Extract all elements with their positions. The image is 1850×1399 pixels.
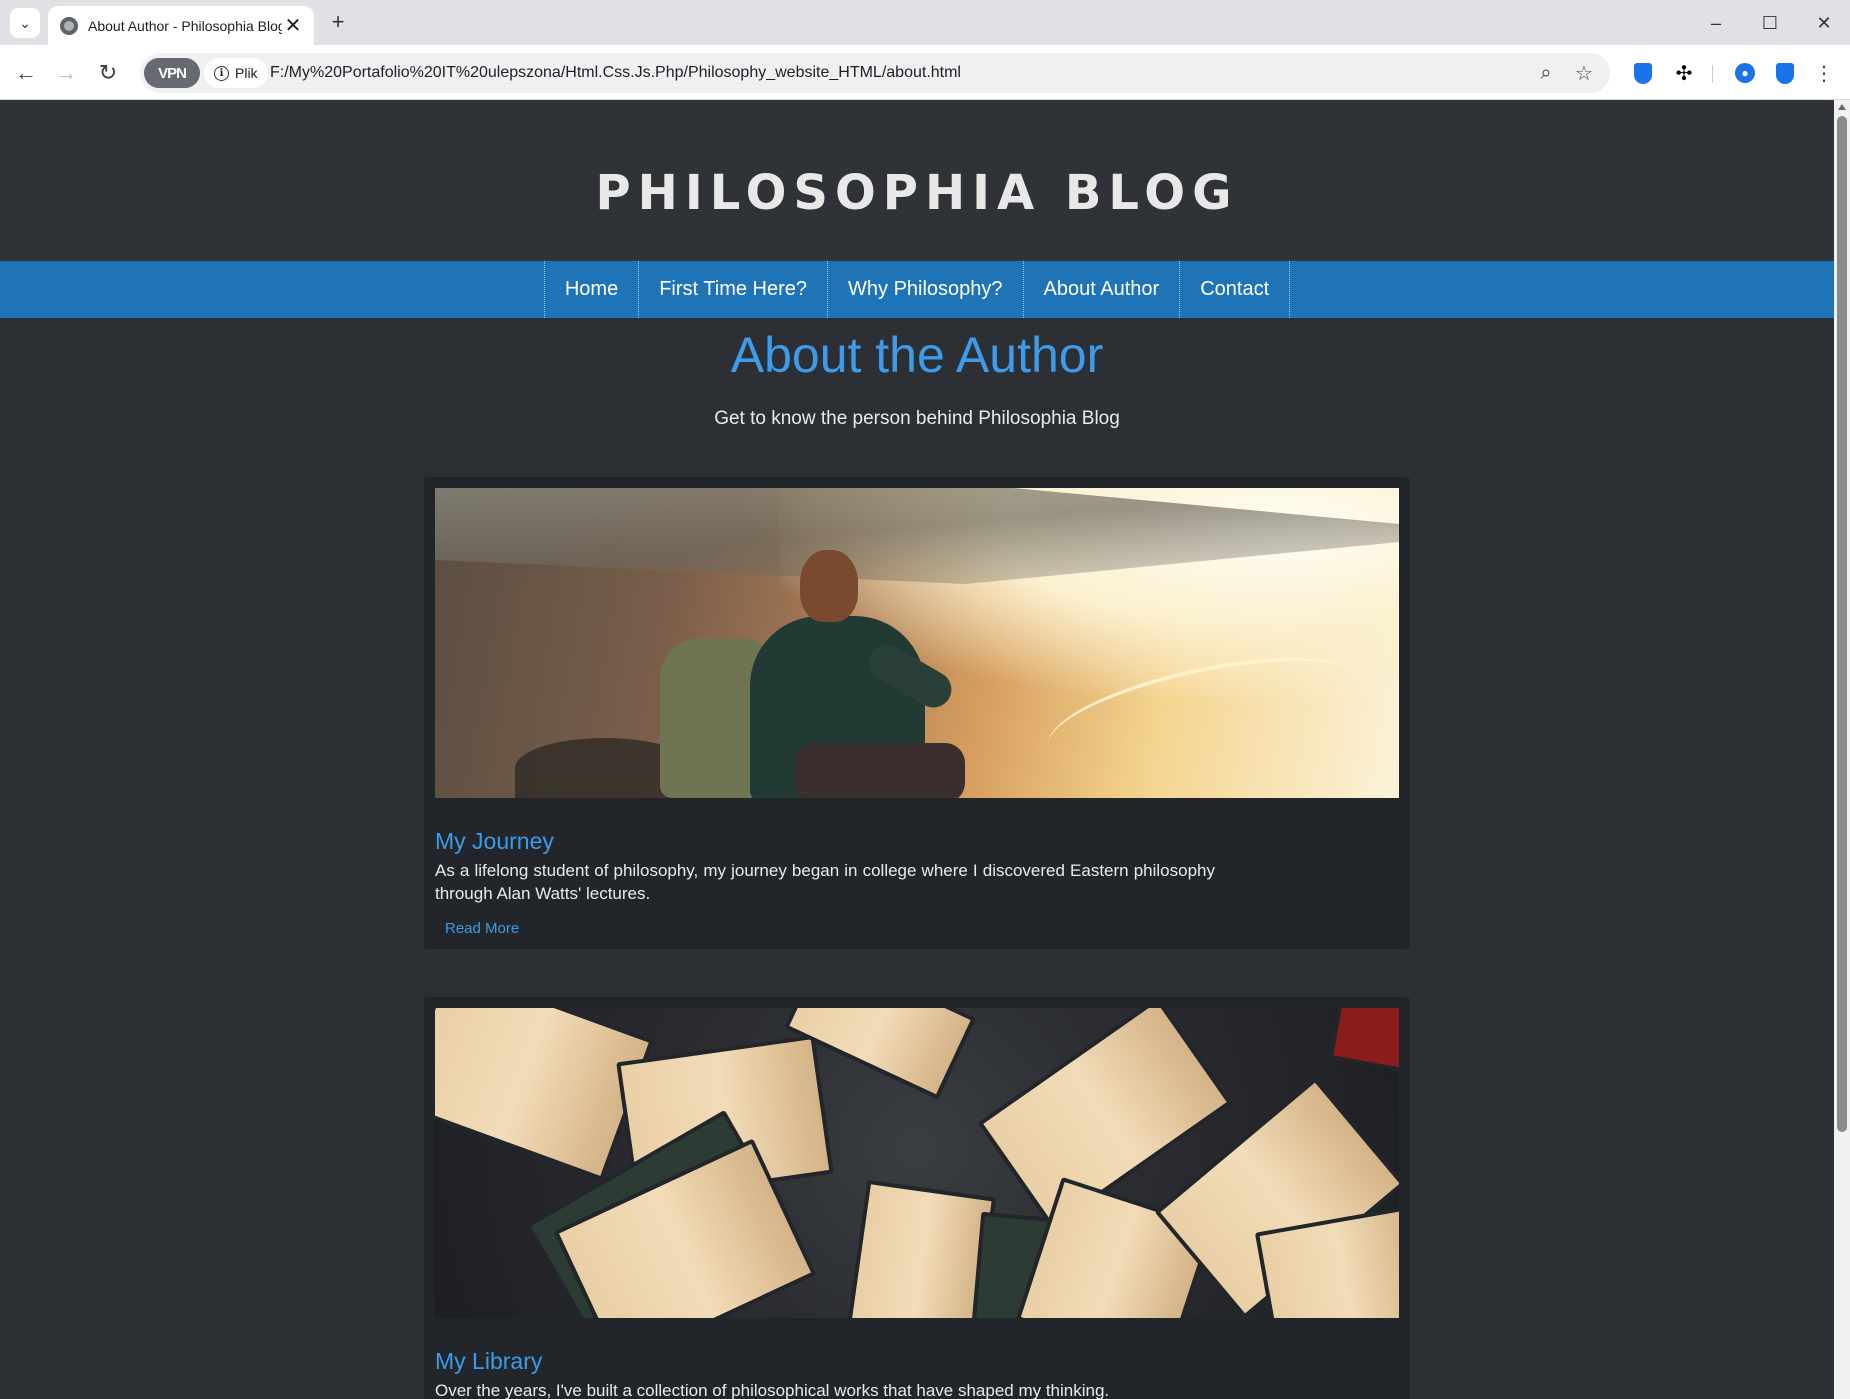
page-title: About the Author [730,327,1104,383]
nav-item-why-philosophy[interactable]: Why Philosophy? [827,261,1023,318]
nav-item-home[interactable]: Home [543,261,638,318]
scroll-up-icon[interactable] [1838,104,1846,110]
site-title: PHILOSOPHIA BLOG [595,165,1239,221]
main-nav: Home First Time Here? Why Philosophy? Ab… [0,261,1834,318]
url-text[interactable]: F:/My%20Portafolio%20IT%20ulepszona/Html… [270,64,961,82]
nav-item-about-author[interactable]: About Author [1022,261,1180,318]
address-bar[interactable]: VPN i Plik F:/My%20Portafolio%20IT%20ule… [140,53,1610,93]
library-image [435,1008,1399,1318]
reload-icon[interactable]: ↻ [92,57,124,89]
site-header: PHILOSOPHIA BLOG [0,100,1834,261]
star-icon[interactable]: ☆ [1572,61,1596,85]
page-subtitle: Get to know the person behind Philosophi… [714,408,1120,429]
profile-icon[interactable]: ● [1729,57,1761,89]
browser-tab[interactable]: About Author - Philosophia Blog ✕ [48,6,314,45]
back-arrow-icon[interactable]: ← [10,57,42,89]
tab-title: About Author - Philosophia Blog [88,17,282,34]
browser-tab-strip: ⌄ About Author - Philosophia Blog ✕ + – … [0,0,1850,45]
vpn-button[interactable]: VPN [144,58,200,88]
tab-close-icon[interactable]: ✕ [282,15,304,37]
info-icon: i [214,65,229,81]
journey-image [435,488,1399,798]
zoom-icon[interactable]: ⌕ [1534,61,1558,85]
close-window-icon[interactable]: ✕ [1800,6,1848,40]
card-text: Over the years, I've built a collection … [435,1381,1110,1399]
maximize-icon[interactable]: ☐ [1746,6,1794,40]
new-tab-button[interactable]: + [324,8,352,36]
card-title: My Journey [435,828,554,854]
browser-toolbar: ← → ↻ VPN i Plik F:/My%20Portafolio%20IT… [0,45,1850,100]
puzzle-icon[interactable]: ✣ [1668,57,1700,89]
site-info-label: Plik [235,65,258,81]
read-more-link[interactable]: Read More [445,920,519,937]
card-my-library: My Library Over the years, I've built a … [424,997,1410,1399]
kebab-menu-icon[interactable]: ⋮ [1808,57,1840,89]
minimize-icon[interactable]: – [1692,6,1740,40]
scroll-thumb[interactable] [1837,116,1847,1132]
toolbar-divider [1712,65,1713,83]
card-my-journey: My Journey As a lifelong student of phil… [424,477,1410,949]
card-title: My Library [435,1348,543,1374]
forward-arrow-icon[interactable]: → [50,57,82,89]
nav-item-first-time[interactable]: First Time Here? [638,261,827,318]
bitwarden-shield-icon[interactable] [1769,57,1801,89]
card-text: As a lifelong student of philosophy, my … [435,861,1215,903]
tab-search-icon[interactable]: ⌄ [10,8,40,38]
site-info-chip[interactable]: i Plik [204,58,268,88]
page-viewport: PHILOSOPHIA BLOG Home First Time Here? W… [0,100,1834,1399]
extension-shield-icon[interactable] [1627,57,1659,89]
globe-icon [60,16,78,35]
nav-item-contact[interactable]: Contact [1179,261,1291,318]
page-scrollbar[interactable] [1834,100,1850,1399]
